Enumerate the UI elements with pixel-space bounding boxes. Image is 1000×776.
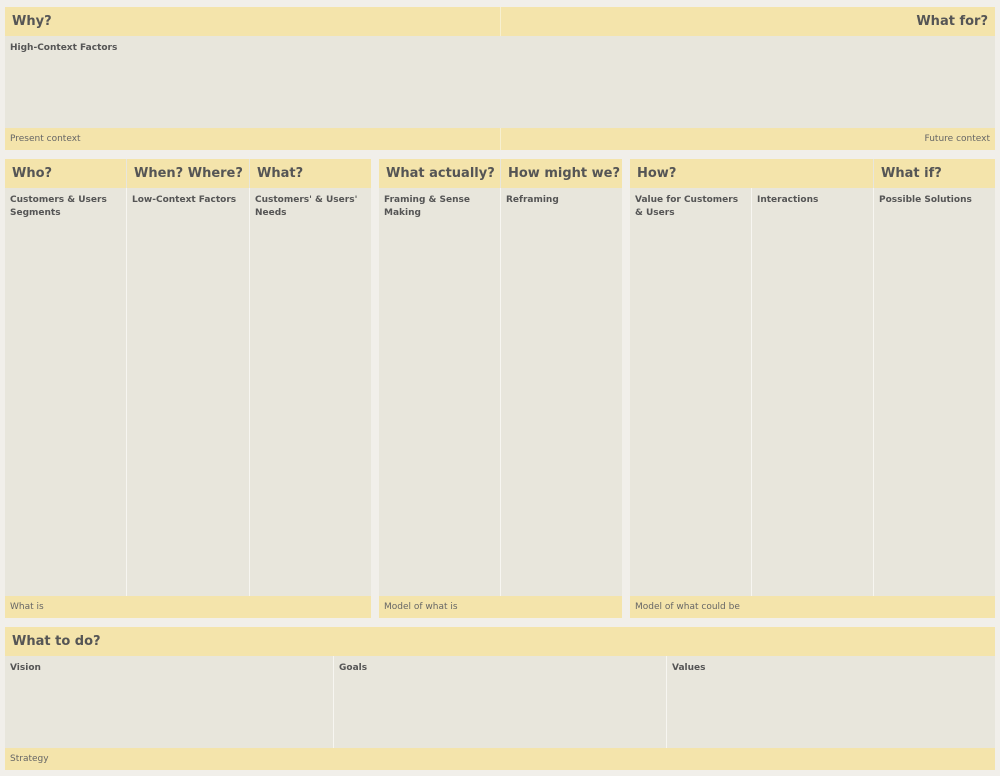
framing-area[interactable]: Framing & Sense Making — [379, 188, 501, 596]
interactions-area[interactable]: Interactions — [752, 188, 874, 596]
why-title: Why? — [12, 14, 52, 29]
model-of-what-could-be-panel: How? What if? Value for Customers & User… — [630, 159, 995, 618]
customers-segments-label: Customers & Users Segments — [10, 195, 107, 218]
value-label: Value for Customers & Users — [635, 195, 739, 218]
what-to-do-title: What to do? — [12, 634, 101, 649]
what-to-do-header: What to do? — [5, 627, 995, 656]
solutions-label: Possible Solutions — [879, 195, 972, 205]
when-where-header: When? Where? — [127, 159, 249, 188]
strategy-label: Strategy — [10, 754, 49, 764]
model-could-be-label: Model of what could be — [635, 602, 740, 612]
values-area[interactable]: Values — [667, 656, 995, 748]
model-what-is-label: Model of what is — [384, 602, 458, 612]
low-context-area[interactable]: Low-Context Factors — [127, 188, 250, 596]
what-actually-header: What actually? — [379, 159, 500, 188]
future-context-label: Future context — [924, 134, 990, 144]
values-label: Values — [672, 663, 706, 673]
what-title: What? — [257, 166, 304, 181]
top-header-divider — [500, 7, 501, 36]
what-for-header: What for? — [500, 7, 995, 36]
who-header: Who? — [5, 159, 126, 188]
goals-label: Goals — [339, 663, 368, 673]
what-is-panel: Who? When? Where? What? Customers & User… — [5, 159, 371, 618]
reframing-area[interactable]: Reframing — [501, 188, 622, 596]
what-is-label: What is — [10, 602, 44, 612]
reframing-label: Reframing — [506, 195, 559, 205]
model-of-what-is-panel: What actually? How might we? Framing & S… — [379, 159, 622, 618]
framing-label: Framing & Sense Making — [384, 195, 470, 218]
what-is-footer: What is — [5, 596, 371, 618]
what-for-title: What for? — [916, 14, 988, 29]
customers-segments-area[interactable]: Customers & Users Segments — [5, 188, 127, 596]
what-actually-title: What actually? — [386, 166, 495, 181]
who-title: Who? — [12, 166, 53, 181]
needs-label: Customers' & Users' Needs — [255, 195, 358, 218]
how-might-we-title: How might we? — [508, 166, 621, 181]
low-context-label: Low-Context Factors — [132, 195, 237, 205]
high-context-area[interactable]: High-Context Factors — [5, 36, 995, 128]
how-might-we-header: How might we? — [501, 159, 622, 188]
what-header: What? — [250, 159, 371, 188]
top-footer-divider — [500, 128, 501, 150]
goals-area[interactable]: Goals — [334, 656, 667, 748]
model-could-be-footer: Model of what could be — [630, 596, 995, 618]
how-header: How? — [630, 159, 873, 188]
what-if-title: What if? — [881, 166, 942, 181]
model-what-is-footer: Model of what is — [379, 596, 622, 618]
top-panel: Why? What for? High-Context Factors Pres… — [5, 7, 995, 150]
interactions-label: Interactions — [757, 195, 819, 205]
future-footer: Future context — [500, 128, 995, 150]
high-context-label: High-Context Factors — [10, 43, 118, 53]
present-context-label: Present context — [10, 134, 81, 144]
needs-area[interactable]: Customers' & Users' Needs — [250, 188, 371, 596]
solutions-area[interactable]: Possible Solutions — [874, 188, 995, 596]
when-where-title: When? Where? — [134, 166, 243, 181]
strategy-footer: Strategy — [5, 748, 995, 770]
what-if-header: What if? — [874, 159, 995, 188]
vision-label: Vision — [10, 663, 41, 673]
what-to-do-panel: What to do? Vision Goals Values Strategy — [5, 627, 995, 770]
how-title: How? — [637, 166, 677, 181]
vision-area[interactable]: Vision — [5, 656, 334, 748]
value-area[interactable]: Value for Customers & Users — [630, 188, 752, 596]
